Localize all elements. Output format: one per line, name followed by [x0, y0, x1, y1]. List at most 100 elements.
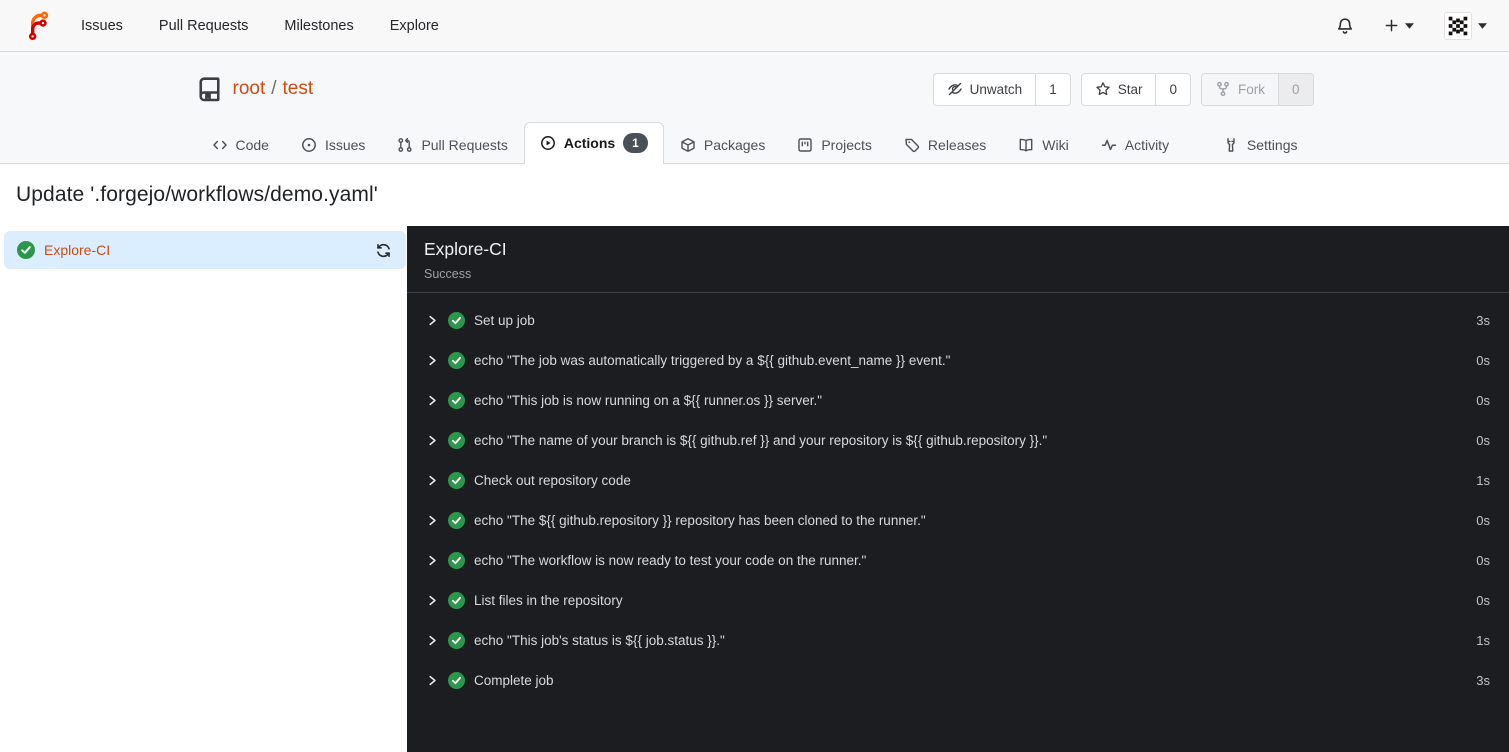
eye-off-icon — [947, 81, 963, 97]
tab-label: Settings — [1246, 137, 1298, 153]
tab-packages[interactable]: Packages — [664, 126, 781, 164]
repo-book-icon — [196, 76, 223, 103]
chevron-right-icon — [426, 394, 439, 407]
code-icon — [212, 137, 228, 153]
top-navbar: Issues Pull Requests Milestones Explore — [0, 0, 1509, 52]
jobs-sidebar: Explore-CI — [0, 226, 407, 752]
step-row-list-files[interactable]: List files in the repository 0s — [419, 580, 1497, 620]
watch-count[interactable]: 1 — [1035, 73, 1070, 105]
repo-name-link[interactable]: test — [283, 78, 314, 100]
step-name: List files in the repository — [474, 592, 623, 608]
user-avatar — [1444, 11, 1472, 40]
step-row-echo-running[interactable]: echo "This job is now running on a ${{ r… — [419, 380, 1497, 420]
book-icon — [1018, 137, 1034, 153]
tab-code[interactable]: Code — [196, 126, 285, 164]
step-duration: 0s — [1476, 432, 1490, 448]
fork-count[interactable]: 0 — [1277, 73, 1313, 105]
job-item-explore-ci[interactable]: Explore-CI — [4, 231, 406, 269]
step-duration: 0s — [1476, 592, 1490, 608]
star-count[interactable]: 0 — [1155, 73, 1190, 105]
step-name: echo "The job was automatically triggere… — [474, 352, 951, 368]
settings-wrench-icon — [1223, 137, 1239, 153]
step-row-echo-status[interactable]: echo "This job's status is ${{ job.statu… — [419, 620, 1497, 660]
step-name: echo "This job's status is ${{ job.statu… — [474, 632, 725, 648]
tab-label: Activity — [1124, 137, 1170, 153]
package-icon — [680, 137, 696, 153]
chevron-right-icon — [426, 474, 439, 487]
step-row-echo-ready[interactable]: echo "The workflow is now ready to test … — [419, 540, 1497, 580]
forgejo-logo-icon[interactable] — [22, 10, 53, 41]
step-duration: 0s — [1476, 392, 1490, 408]
tab-label: Issues — [324, 137, 366, 153]
chevron-right-icon — [426, 314, 439, 327]
run-view: Update '.forgejo/workflows/demo.yaml' Ex… — [0, 183, 1509, 752]
tab-label: Projects — [821, 137, 872, 153]
star-button-group: Star 0 — [1080, 72, 1191, 106]
step-name: echo "The ${{ github.repository }} repos… — [474, 512, 926, 528]
job-name: Explore-CI — [44, 242, 111, 258]
chevron-right-icon — [426, 354, 439, 367]
unwatch-button[interactable]: Unwatch — [934, 74, 1036, 105]
star-button[interactable]: Star — [1082, 74, 1156, 105]
job-status-text: Success — [424, 267, 472, 281]
step-row-echo-branch[interactable]: echo "The name of your branch is ${{ git… — [419, 420, 1497, 460]
issue-opened-icon — [301, 137, 317, 153]
tab-label: Packages — [703, 137, 766, 153]
navbar-link-issues[interactable]: Issues — [81, 18, 123, 34]
repo-owner-link[interactable]: root — [233, 78, 266, 100]
navbar-link-explore[interactable]: Explore — [390, 18, 439, 34]
chevron-right-icon — [426, 514, 439, 527]
step-success-icon — [448, 631, 465, 649]
navbar-link-pull-requests[interactable]: Pull Requests — [159, 18, 248, 34]
step-success-icon — [448, 671, 465, 689]
plus-icon — [1384, 18, 1399, 33]
step-name: Set up job — [474, 312, 535, 328]
tag-icon — [904, 137, 920, 153]
step-row-echo-triggered[interactable]: echo "The job was automatically triggere… — [419, 340, 1497, 380]
step-success-icon — [448, 511, 465, 529]
fork-button[interactable]: Fork — [1201, 73, 1278, 105]
job-log-panel: Explore-CI Success Set up job 3s echo "T… — [407, 226, 1509, 752]
project-board-icon — [797, 137, 813, 153]
step-name: echo "The name of your branch is ${{ git… — [474, 432, 1048, 448]
step-duration: 1s — [1476, 632, 1490, 648]
repo-title-row: root / test Unwatch 1 Star 0 Fork 0 — [196, 70, 1314, 108]
step-row-echo-cloned[interactable]: echo "The ${{ github.repository }} repos… — [419, 500, 1497, 540]
step-duration: 0s — [1476, 552, 1490, 568]
steps-list: Set up job 3s echo "The job was automati… — [407, 293, 1509, 752]
repo-header: root / test Unwatch 1 Star 0 Fork 0 Code… — [0, 52, 1509, 164]
fork-icon — [1215, 81, 1231, 97]
step-row-checkout[interactable]: Check out repository code 1s — [419, 460, 1497, 500]
tab-label: Releases — [927, 137, 987, 153]
tab-activity[interactable]: Activity — [1085, 126, 1185, 164]
tab-label: Pull Requests — [421, 137, 508, 153]
unwatch-label: Unwatch — [969, 81, 1023, 97]
tab-wiki[interactable]: Wiki — [1002, 126, 1084, 164]
step-row-complete-job[interactable]: Complete job 3s — [419, 660, 1497, 700]
tab-label: Actions — [563, 135, 616, 151]
git-pull-request-icon — [397, 137, 413, 153]
tab-pull-requests[interactable]: Pull Requests — [381, 126, 523, 164]
chevron-right-icon — [426, 674, 439, 687]
step-name: echo "The workflow is now ready to test … — [474, 552, 867, 568]
tab-actions[interactable]: Actions 1 — [523, 122, 664, 164]
notifications-bell-icon[interactable] — [1336, 17, 1354, 35]
tab-releases[interactable]: Releases — [888, 126, 1002, 164]
step-success-icon — [448, 391, 465, 409]
refresh-icon[interactable] — [375, 242, 392, 259]
create-new-dropdown[interactable] — [1384, 18, 1414, 33]
user-menu[interactable] — [1444, 11, 1487, 40]
navbar-link-milestones[interactable]: Milestones — [284, 18, 353, 34]
repo-action-buttons: Unwatch 1 Star 0 Fork 0 — [932, 72, 1314, 106]
tab-issues[interactable]: Issues — [285, 126, 381, 164]
tab-projects[interactable]: Projects — [781, 126, 888, 164]
fork-button-group: Fork 0 — [1200, 72, 1314, 106]
fork-label: Fork — [1237, 81, 1265, 97]
step-row-setup-job[interactable]: Set up job 3s — [419, 300, 1497, 340]
caret-down-icon — [1478, 22, 1487, 29]
panel-job-name: Explore-CI — [424, 239, 507, 259]
tab-settings[interactable]: Settings — [1207, 126, 1314, 164]
repo-tabs: Code Issues Pull Requests Actions 1 Pack… — [196, 122, 1314, 164]
workflow-run-title: Update '.forgejo/workflows/demo.yaml' — [16, 183, 378, 206]
step-name: Complete job — [474, 672, 554, 688]
